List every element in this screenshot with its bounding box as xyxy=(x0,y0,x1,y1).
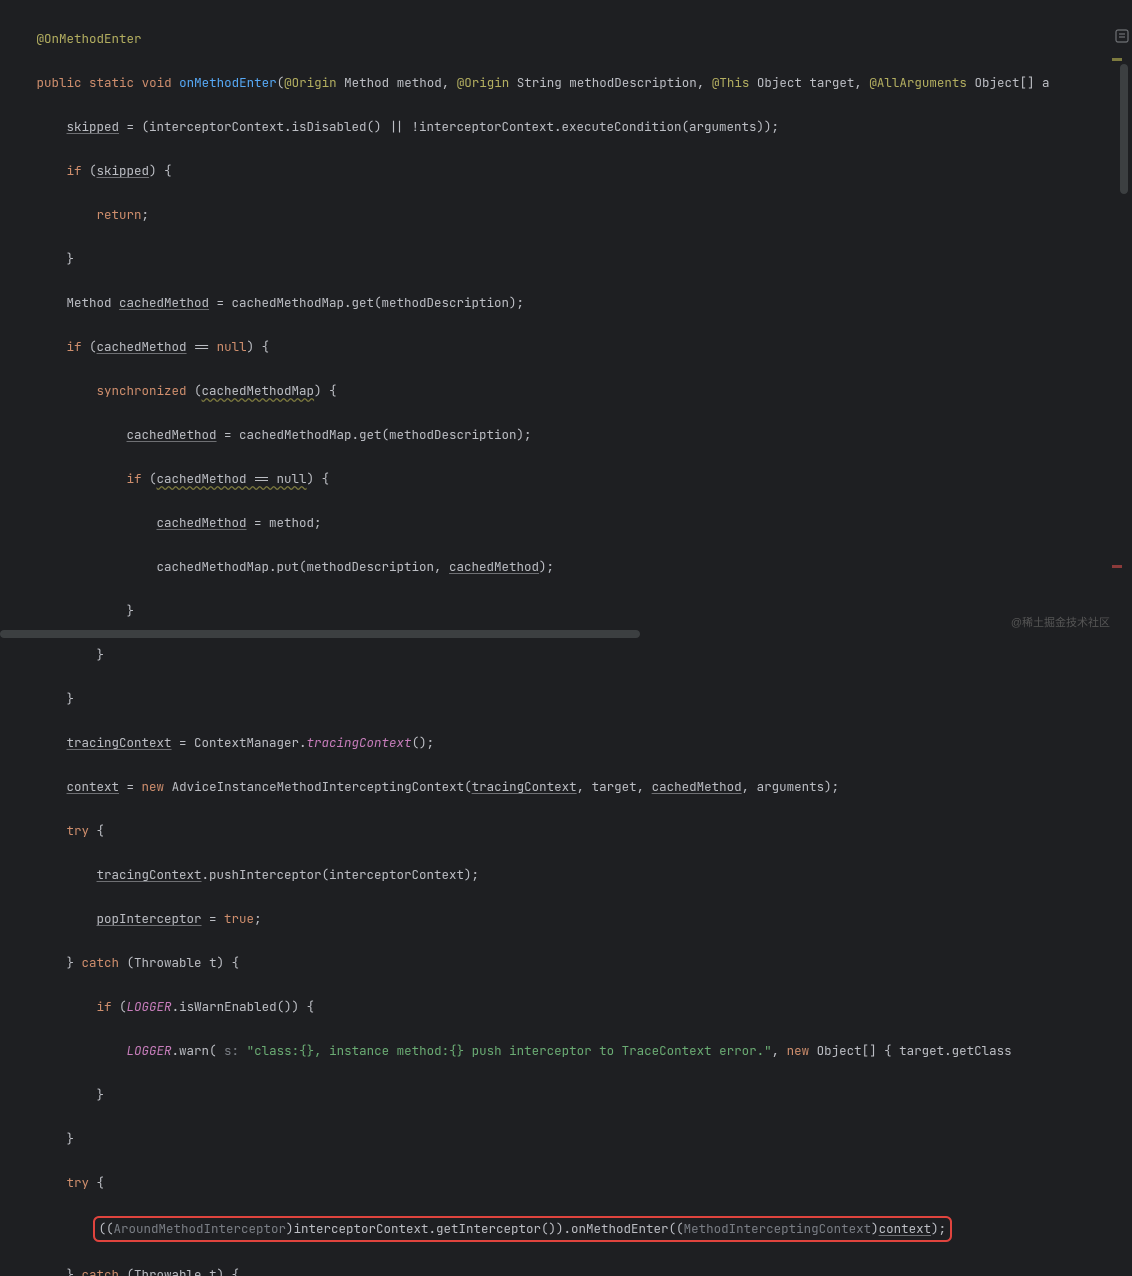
watermark-text: @稀土掘金技术社区 xyxy=(1011,612,1110,634)
method-declaration: onMethodEnter xyxy=(179,74,277,91)
warning-variable: cachedMethodMap xyxy=(202,382,315,399)
reader-mode-icon[interactable] xyxy=(1114,28,1130,44)
highlighted-line: ((AroundMethodInterceptor)interceptorCon… xyxy=(93,1216,953,1242)
warning-mark[interactable] xyxy=(1112,58,1122,61)
vertical-scrollbar[interactable] xyxy=(1120,64,1128,194)
code-editor[interactable]: @OnMethodEnter public static void onMeth… xyxy=(0,0,1132,1276)
horizontal-scrollbar[interactable] xyxy=(0,630,640,638)
annotation: @OnMethodEnter xyxy=(37,30,142,47)
error-mark[interactable] xyxy=(1112,565,1122,568)
